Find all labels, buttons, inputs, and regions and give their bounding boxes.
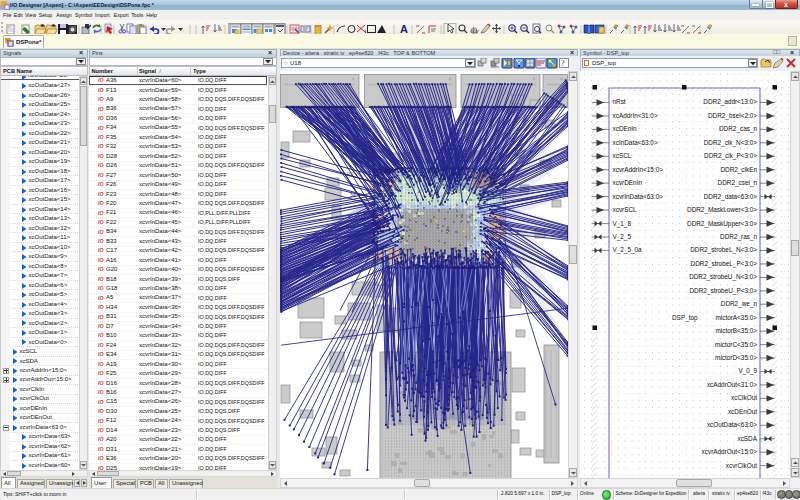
svg-text:A: A bbox=[400, 23, 408, 35]
